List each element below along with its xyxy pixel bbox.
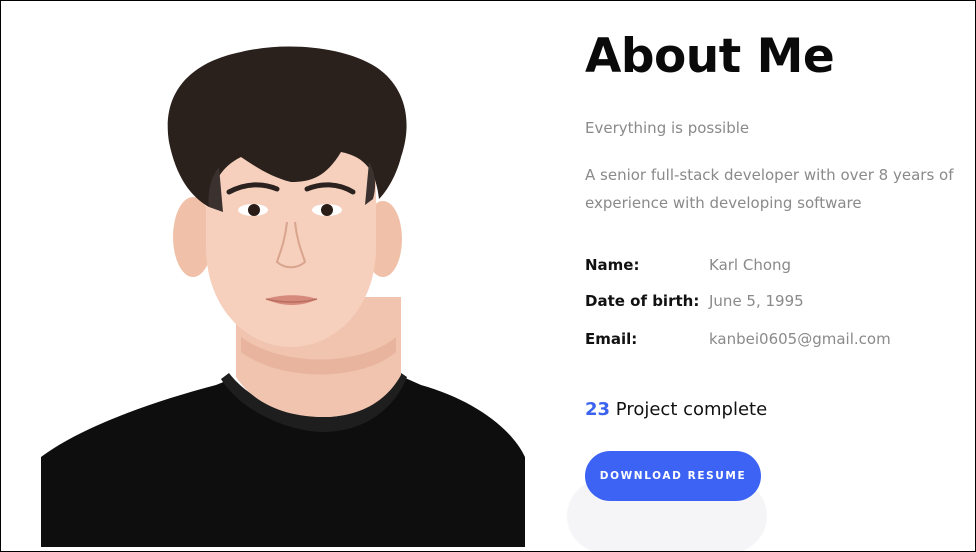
info-value: June 5, 1995 xyxy=(709,292,804,310)
info-label: Name: xyxy=(585,256,640,274)
profile-photo xyxy=(41,7,525,547)
portrait-image xyxy=(41,7,525,547)
info-row-birthdate: Date of birth: June 5, 1995 xyxy=(585,292,975,316)
info-label: Date of birth: xyxy=(585,292,700,310)
projects-complete: 23 Project complete xyxy=(585,399,767,420)
info-value-email[interactable]: kanbei0605@gmail.com xyxy=(709,330,891,348)
info-label: Email: xyxy=(585,330,638,348)
tagline: Everything is possible xyxy=(585,119,750,137)
about-section: About Me Everything is possible A senior… xyxy=(0,0,976,552)
info-row-email: Email: kanbei0605@gmail.com xyxy=(585,330,975,354)
info-row-name: Name: Karl Chong xyxy=(585,256,975,280)
download-resume-button[interactable]: DOWNLOAD RESUME xyxy=(585,451,761,501)
project-count: 23 xyxy=(585,399,611,420)
info-value: Karl Chong xyxy=(709,256,792,274)
bio-text: A senior full-stack developer with over … xyxy=(585,166,954,212)
project-label: Project complete xyxy=(615,399,768,420)
page-title: About Me xyxy=(585,29,835,84)
